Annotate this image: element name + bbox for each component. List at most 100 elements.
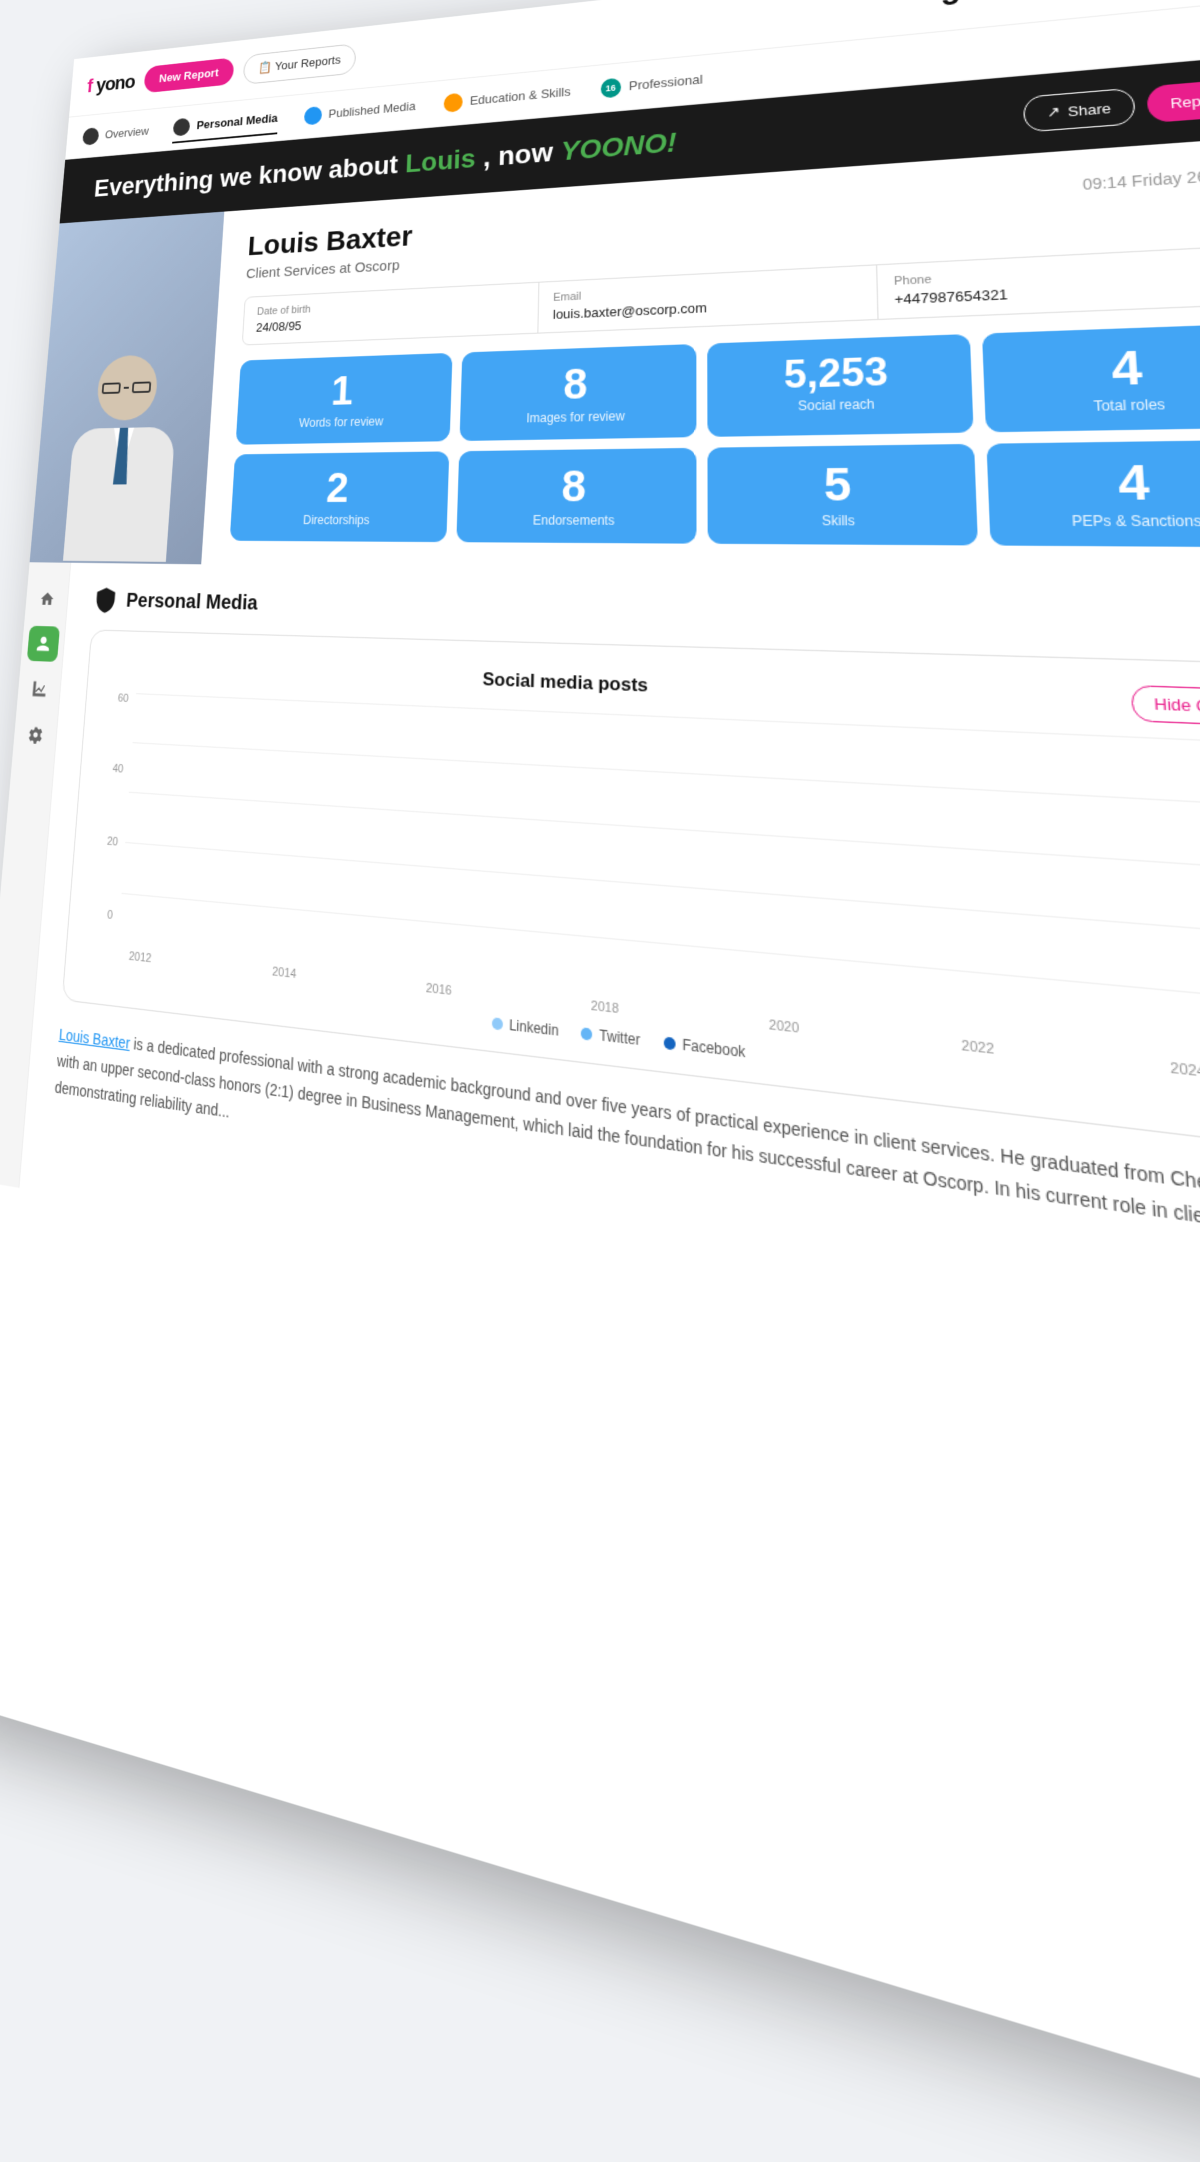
overview-dot bbox=[82, 127, 99, 145]
hero-name-value: Louis bbox=[405, 143, 476, 178]
x-label bbox=[634, 1004, 693, 1025]
stat-label: Social reach bbox=[725, 395, 953, 415]
hero-actions: ↗ Share Report bbox=[1023, 78, 1200, 132]
tab-professional[interactable]: 16 Professional bbox=[600, 64, 702, 104]
bio-name-link[interactable]: Louis Baxter bbox=[58, 1025, 130, 1052]
share-icon: ↗ bbox=[1047, 103, 1061, 121]
stat-number: 4 bbox=[1006, 457, 1200, 508]
x-label bbox=[309, 969, 361, 988]
main-layout: Personal Media Social media posts Hide G… bbox=[0, 562, 1200, 1423]
stat-label: Skills bbox=[726, 513, 957, 529]
lens-left bbox=[102, 382, 121, 394]
stat-label: Images for review bbox=[475, 408, 679, 427]
twitter-label: Twitter bbox=[599, 1027, 640, 1049]
hero-brand-value: YOONO! bbox=[560, 127, 676, 166]
x-label bbox=[815, 1023, 879, 1045]
facebook-label: Facebook bbox=[682, 1036, 745, 1061]
legend-linkedin: Linkedin bbox=[491, 1015, 558, 1040]
tab-published-media[interactable]: Published Media bbox=[303, 91, 416, 130]
stat-peps-sanctions[interactable]: 4 PEPs & Sanctions bbox=[986, 439, 1200, 547]
person-image bbox=[46, 334, 199, 564]
stat-label: Endorsements bbox=[472, 513, 678, 528]
hide-graph-button[interactable]: Hide Graph bbox=[1130, 685, 1200, 727]
stat-number: 8 bbox=[473, 463, 679, 509]
linkedin-dot bbox=[491, 1017, 502, 1030]
hero-middle: , now bbox=[483, 137, 554, 172]
x-label bbox=[693, 1010, 754, 1032]
stat-skills[interactable]: 5 Skills bbox=[707, 444, 977, 546]
tab-published-media-label: Published Media bbox=[328, 99, 416, 121]
sidebar-item-4[interactable] bbox=[18, 716, 52, 754]
stat-images-for-review[interactable]: 8 Images for review bbox=[459, 344, 696, 441]
share-button[interactable]: ↗ Share bbox=[1023, 88, 1136, 133]
share-label: Share bbox=[1067, 100, 1111, 119]
stat-words-for-review[interactable]: 1 Words for review bbox=[236, 353, 452, 445]
app-logo: f yono bbox=[86, 70, 135, 97]
shield-icon bbox=[93, 586, 119, 614]
stat-label: Directorships bbox=[245, 513, 431, 527]
tab-education-skills[interactable]: Education & Skills bbox=[443, 76, 571, 118]
x-label: 2024 bbox=[1151, 1059, 1200, 1084]
content-area: Personal Media Social media posts Hide G… bbox=[19, 563, 1200, 1423]
stat-directorships[interactable]: 2 Directorships bbox=[230, 451, 449, 542]
profile-timestamp: 09:14 Friday 26th April bbox=[1082, 164, 1200, 193]
legend-twitter: Twitter bbox=[581, 1025, 640, 1049]
twitter-dot bbox=[581, 1027, 593, 1041]
stat-social-reach[interactable]: 5,253 Social reach bbox=[707, 334, 973, 437]
stats-grid: 1 Words for review 8 Images for review 5… bbox=[230, 323, 1200, 548]
y-label-60: 60 bbox=[107, 692, 129, 705]
stat-label: Words for review bbox=[251, 413, 435, 431]
y-label-20: 20 bbox=[96, 834, 118, 848]
tab-professional-label: Professional bbox=[629, 72, 703, 93]
y-label-0: 0 bbox=[91, 907, 114, 922]
sidebar-item-3[interactable] bbox=[22, 671, 55, 708]
home-icon bbox=[39, 590, 56, 608]
sidebar-item-2[interactable] bbox=[26, 626, 59, 662]
glasses-shape bbox=[102, 380, 153, 395]
x-label bbox=[360, 975, 413, 995]
head-shape bbox=[95, 354, 159, 421]
facebook-dot bbox=[663, 1037, 675, 1051]
settings-icon bbox=[27, 725, 44, 744]
x-label bbox=[1080, 1051, 1152, 1075]
hero-prefix: Everything we know about bbox=[93, 150, 399, 202]
published-media-dot bbox=[303, 106, 322, 126]
x-label: 2020 bbox=[753, 1016, 815, 1038]
lens-right bbox=[132, 381, 151, 393]
stat-label: Total roles bbox=[1004, 394, 1200, 416]
stat-endorsements[interactable]: 8 Endorsements bbox=[456, 448, 697, 544]
tab-overview-label: Overview bbox=[105, 124, 150, 141]
stat-label: PEPs & Sanctions bbox=[1009, 513, 1200, 530]
new-report-button[interactable]: New Report bbox=[143, 57, 234, 93]
sidebar-item-1[interactable] bbox=[30, 581, 63, 616]
linkedin-label: Linkedin bbox=[509, 1017, 559, 1040]
x-label: 2016 bbox=[412, 980, 466, 1000]
your-reports-button[interactable]: 📋 Your Reports bbox=[243, 43, 357, 85]
section-title: Personal Media bbox=[125, 589, 258, 615]
x-label bbox=[1011, 1044, 1081, 1068]
education-skills-dot bbox=[443, 92, 462, 112]
x-label bbox=[465, 986, 520, 1006]
x-label bbox=[879, 1030, 945, 1053]
x-label bbox=[520, 992, 576, 1013]
body-shape bbox=[63, 427, 175, 562]
top-bar-left: f yono New Report 📋 Your Reports bbox=[86, 43, 357, 101]
tab-personal-media[interactable]: Personal Media bbox=[172, 104, 278, 144]
stat-number: 5 bbox=[725, 460, 956, 508]
x-label: 2018 bbox=[576, 997, 634, 1018]
reports-remaining: 5 Reports Remaining bbox=[941, 0, 1113, 12]
stat-number: 5,253 bbox=[725, 350, 952, 396]
profile-name: Louis Baxter bbox=[247, 221, 413, 263]
reports-label: Reports Remaining bbox=[968, 0, 1112, 1]
report-button[interactable]: Report bbox=[1146, 78, 1200, 123]
person-icon bbox=[35, 635, 52, 653]
x-label: 2022 bbox=[944, 1037, 1012, 1060]
x-label bbox=[163, 954, 211, 972]
tab-overview[interactable]: Overview bbox=[82, 117, 150, 151]
stat-total-roles[interactable]: 4 Total roles bbox=[981, 323, 1200, 432]
profile-photo bbox=[30, 212, 225, 565]
stat-number: 2 bbox=[246, 466, 432, 509]
tab-personal-media-label: Personal Media bbox=[196, 111, 278, 132]
glass-bridge bbox=[124, 387, 129, 389]
stat-number: 1 bbox=[252, 367, 436, 413]
